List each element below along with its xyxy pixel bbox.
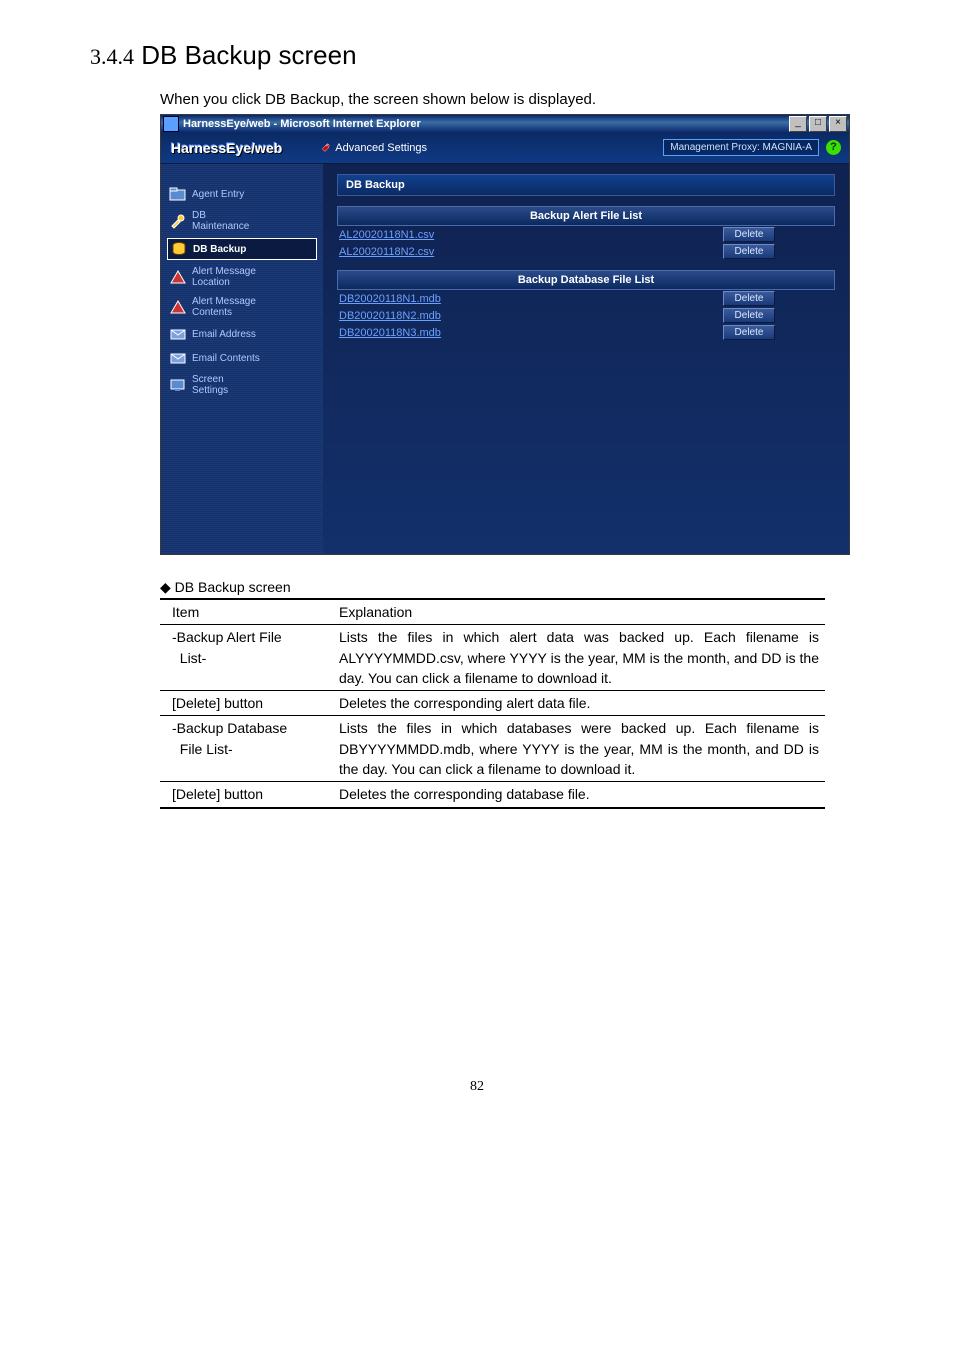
delete-button[interactable]: Delete <box>723 325 775 340</box>
sidebar-item-label: Alert MessageLocation <box>192 266 256 288</box>
folder-icon <box>169 186 187 202</box>
app-logo: HarnessEye/web <box>171 140 282 156</box>
table-cell-item: -Backup Alert File List- <box>160 625 333 691</box>
file-row: AL20020118N1.csv Delete <box>337 226 835 243</box>
advanced-settings-label: Advanced Settings <box>335 142 427 154</box>
table-cell-explanation: Deletes the corresponding database file. <box>333 782 825 808</box>
sidebar: Agent Entry DBMaintenance DB Backup Aler… <box>161 164 323 554</box>
browser-window: HarnessEye/web - Microsoft Internet Expl… <box>160 114 850 555</box>
file-row: AL20020118N2.csv Delete <box>337 243 835 260</box>
db-backup-icon <box>170 241 188 257</box>
main-content: DB Backup Backup Alert File List AL20020… <box>323 164 849 554</box>
table-header-explanation: Explanation <box>333 599 825 625</box>
sidebar-item-screen-settings[interactable]: ScreenSettings <box>167 372 317 398</box>
app-header: HarnessEye/web Advanced Settings Managem… <box>161 133 849 164</box>
table-caption-text: DB Backup screen <box>175 579 291 595</box>
sidebar-item-label: Email Address <box>192 329 256 340</box>
delete-button[interactable]: Delete <box>723 291 775 306</box>
ie-icon <box>163 116 179 132</box>
sidebar-item-db-backup[interactable]: DB Backup <box>167 238 317 260</box>
diamond-icon: ◆ <box>160 579 171 595</box>
wrench-icon <box>317 141 331 155</box>
mail-icon <box>169 350 187 366</box>
delete-button[interactable]: Delete <box>723 227 775 242</box>
table-cell-item: [Delete] button <box>160 782 333 808</box>
file-row: DB20020118N3.mdb Delete <box>337 324 835 341</box>
sidebar-item-label: DBMaintenance <box>192 210 249 232</box>
screen-icon <box>169 377 187 393</box>
panel-title: DB Backup <box>337 174 835 196</box>
sidebar-item-agent-entry[interactable]: Agent Entry <box>167 184 317 204</box>
close-button[interactable]: × <box>829 116 847 132</box>
alert-file-link[interactable]: AL20020118N2.csv <box>337 246 434 258</box>
advanced-settings-link[interactable]: Advanced Settings <box>317 141 427 155</box>
sidebar-item-db-maintenance[interactable]: DBMaintenance <box>167 208 317 234</box>
table-cell-item: [Delete] button <box>160 691 333 716</box>
management-proxy-label: Management Proxy: MAGNIA-A <box>663 139 819 156</box>
description-table: Item Explanation -Backup Alert File List… <box>160 598 825 809</box>
section-heading: 3.4.4 DB Backup screen <box>90 40 864 71</box>
tools-icon <box>169 213 187 229</box>
table-cell-explanation: Deletes the corresponding alert data fil… <box>333 691 825 716</box>
db-file-link[interactable]: DB20020118N1.mdb <box>337 293 441 305</box>
title-bar: HarnessEye/web - Microsoft Internet Expl… <box>161 115 849 133</box>
alert-file-link[interactable]: AL20020118N1.csv <box>337 229 434 241</box>
sidebar-item-email-contents[interactable]: Email Contents <box>167 348 317 368</box>
window-title: HarnessEye/web - Microsoft Internet Expl… <box>183 118 421 130</box>
section-title: DB Backup screen <box>141 40 356 70</box>
help-icon[interactable]: ? <box>826 140 841 155</box>
alert-icon <box>169 269 187 285</box>
alert-icon <box>169 299 187 315</box>
sidebar-item-alert-location[interactable]: Alert MessageLocation <box>167 264 317 290</box>
alert-file-list-header: Backup Alert File List <box>337 206 835 226</box>
sidebar-item-label: Alert MessageContents <box>192 296 256 318</box>
minimize-button[interactable]: _ <box>789 116 807 132</box>
table-header-item: Item <box>160 599 333 625</box>
intro-text: When you click DB Backup, the screen sho… <box>160 91 864 108</box>
sidebar-item-alert-contents[interactable]: Alert MessageContents <box>167 294 317 320</box>
file-row: DB20020118N2.mdb Delete <box>337 307 835 324</box>
table-cell-explanation: Lists the files in which databases were … <box>333 716 825 782</box>
sidebar-item-email-address[interactable]: Email Address <box>167 324 317 344</box>
delete-button[interactable]: Delete <box>723 244 775 259</box>
table-cell-item: -Backup Database File List- <box>160 716 333 782</box>
db-file-link[interactable]: DB20020118N3.mdb <box>337 327 441 339</box>
page-number: 82 <box>90 1079 864 1095</box>
table-caption: ◆ DB Backup screen <box>160 579 864 596</box>
db-file-list-header: Backup Database File List <box>337 270 835 290</box>
sidebar-item-label: ScreenSettings <box>192 374 228 396</box>
section-number: 3.4.4 <box>90 44 134 69</box>
mail-icon <box>169 326 187 342</box>
db-file-link[interactable]: DB20020118N2.mdb <box>337 310 441 322</box>
table-cell-explanation: Lists the files in which alert data was … <box>333 625 825 691</box>
sidebar-item-label: Agent Entry <box>192 189 244 200</box>
maximize-button[interactable]: □ <box>809 116 827 132</box>
delete-button[interactable]: Delete <box>723 308 775 323</box>
sidebar-item-label: DB Backup <box>193 244 246 255</box>
sidebar-item-label: Email Contents <box>192 353 260 364</box>
file-row: DB20020118N1.mdb Delete <box>337 290 835 307</box>
